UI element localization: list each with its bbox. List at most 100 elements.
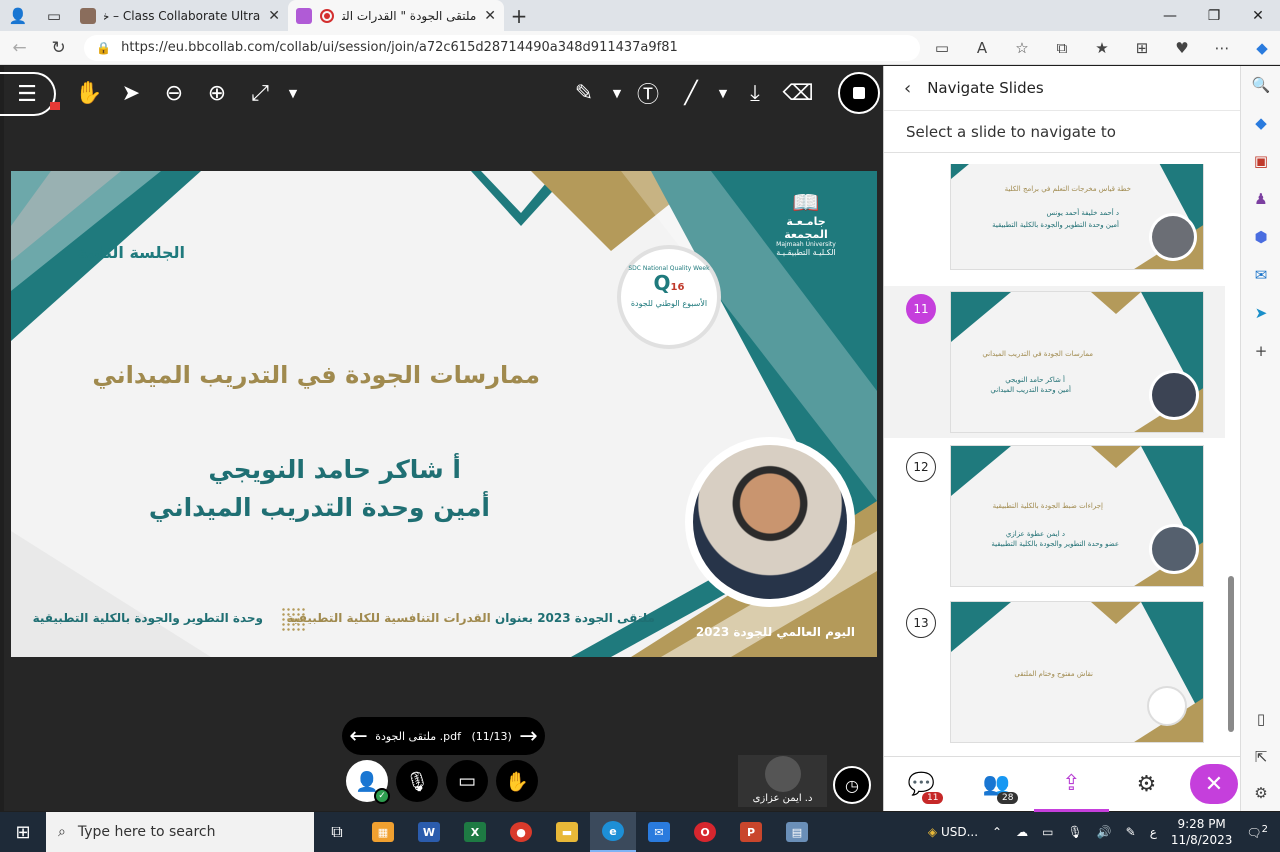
pen-icon[interactable]: ✎ xyxy=(567,76,601,110)
download-icon[interactable]: ⤓ xyxy=(738,76,772,110)
volume-icon[interactable]: 🔊 xyxy=(1097,825,1112,839)
currency-widget[interactable]: ◈ USD... xyxy=(928,825,978,839)
notification-icon[interactable]: 🗨2 xyxy=(1246,824,1268,840)
shopping-icon[interactable]: ◆ xyxy=(1241,114,1280,132)
attendees-button[interactable]: 👥 28 xyxy=(959,757,1034,812)
back-button[interactable]: ← xyxy=(0,38,39,58)
close-window-button[interactable]: ✕ xyxy=(1236,8,1280,24)
close-panel-button[interactable]: ✕ xyxy=(1190,764,1238,804)
badge-number: Q16 xyxy=(653,271,685,295)
opera-icon[interactable]: O xyxy=(682,812,728,852)
office-icon[interactable]: ⬢ xyxy=(1241,228,1280,246)
profile-icon[interactable]: 👤 xyxy=(0,0,36,31)
zoom-in-icon[interactable]: ⊕ xyxy=(200,76,234,110)
device-icon[interactable]: ▭ xyxy=(1042,825,1053,839)
close-tab-icon[interactable]: ✕ xyxy=(484,8,496,24)
language-indicator[interactable]: ع xyxy=(1150,825,1157,839)
settings-button[interactable]: ⚙ xyxy=(1109,757,1184,812)
tab-class-collaborate[interactable]: Class Collaborate Ultra – خدمة في ✕ xyxy=(72,0,288,31)
new-tab-button[interactable]: + xyxy=(504,4,534,28)
session-menu-button[interactable]: ☰ xyxy=(0,72,60,116)
chat-button[interactable]: 💬 11 xyxy=(884,757,959,812)
hand-icon[interactable]: ✋ xyxy=(72,76,106,110)
tools-icon[interactable]: ▣ xyxy=(1241,152,1280,170)
outlook-icon[interactable]: ✉ xyxy=(1241,266,1280,284)
favorite-star-icon[interactable]: ☆ xyxy=(1004,39,1040,57)
send-icon[interactable]: ➤ xyxy=(1241,304,1280,322)
share-content-button[interactable]: ⇪ xyxy=(1034,757,1109,812)
camera-off-button[interactable]: ▭ xyxy=(446,760,488,802)
url-field[interactable]: 🔒 https://eu.bbcollab.com/collab/ui/sess… xyxy=(84,34,920,61)
settings-gear-icon[interactable]: ⚙ xyxy=(1241,784,1280,802)
slide-row[interactable]: 12 إجراءات ضبط الجودة بالكلية التطبيقية … xyxy=(884,440,1225,592)
recording-icon xyxy=(320,8,334,23)
chrome-icon[interactable]: ● xyxy=(498,812,544,852)
tab-quality-forum[interactable]: ملتقى الجودة " القدرات التناف ✕ xyxy=(288,0,504,31)
slide-thumbnail[interactable]: ممارسات الجودة في التدريب الميداني أ شاك… xyxy=(950,291,1204,433)
my-status-button[interactable]: 👤 ✓ xyxy=(346,760,390,804)
split-screen-icon[interactable]: ⧉ xyxy=(1044,39,1080,57)
line-tool-icon[interactable]: ╱ xyxy=(674,76,708,110)
panel-subtitle: Select a slide to navigate to xyxy=(884,111,1240,153)
fit-screen-icon[interactable]: ⤢ xyxy=(243,76,277,110)
edge-icon[interactable]: e xyxy=(590,812,636,852)
chevron-down-icon[interactable]: ▼ xyxy=(276,76,310,110)
close-tab-icon[interactable]: ✕ xyxy=(268,8,280,24)
slide-thumbnail[interactable]: خطة قياس مخرجات التعلم في برامج الكلية د… xyxy=(950,164,1204,270)
restore-button[interactable]: ❐ xyxy=(1192,8,1236,24)
search-icon[interactable]: 🔍 xyxy=(1241,76,1280,94)
raise-hand-button[interactable]: ✋ xyxy=(496,760,538,802)
excel-icon[interactable]: X xyxy=(452,812,498,852)
clock[interactable]: 9:28 PM 11/8/2023 xyxy=(1171,816,1233,848)
slide-row[interactable]: خطة قياس مخرجات التعلم في برامج الكلية د… xyxy=(884,164,1225,280)
app-icon[interactable]: ▤ xyxy=(774,812,820,852)
sidebar-toggle-icon[interactable]: ▯ xyxy=(1241,710,1280,728)
pointer-icon[interactable]: ➤ xyxy=(114,76,148,110)
task-view-icon[interactable]: ⧉ xyxy=(314,812,360,852)
participant-video-tile[interactable]: د. ايمن عزازى xyxy=(738,755,827,807)
more-menu-icon[interactable]: ⋯ xyxy=(1204,39,1240,57)
clear-annotations-icon[interactable]: ⌫ xyxy=(781,76,815,110)
antivirus-icon[interactable]: ☁ xyxy=(1016,825,1028,839)
thumb-badge xyxy=(1147,686,1187,726)
slide-row[interactable]: 13 نقاش مفتوح وختام الملتقى xyxy=(884,596,1225,748)
camera-permission-icon[interactable]: ▭ xyxy=(924,39,960,57)
slide-thumbnail[interactable]: إجراءات ضبط الجودة بالكلية التطبيقية د ا… xyxy=(950,445,1204,587)
zoom-out-icon[interactable]: ⊖ xyxy=(157,76,191,110)
favorites-icon[interactable]: ★ xyxy=(1084,39,1120,57)
mail-icon[interactable]: ✉ xyxy=(636,812,682,852)
external-link-icon[interactable]: ⇱ xyxy=(1241,748,1280,766)
add-icon[interactable]: + xyxy=(1241,342,1280,360)
tab-actions-icon[interactable]: ▭ xyxy=(36,0,72,31)
microphone-icon[interactable]: 🎙 xyxy=(1067,825,1082,839)
microphone-muted-button[interactable]: 🎙 xyxy=(396,760,438,802)
timer-icon[interactable]: ◷ xyxy=(833,766,871,804)
windows-start-icon[interactable]: ⊞ xyxy=(0,822,46,843)
store-icon[interactable]: ▦ xyxy=(360,812,406,852)
next-slide-button[interactable]: → xyxy=(512,724,545,749)
slide-thumbnail[interactable]: نقاش مفتوح وختام الملتقى xyxy=(950,601,1204,743)
word-icon[interactable]: W xyxy=(406,812,452,852)
slide-row-selected[interactable]: 11 ممارسات الجودة في التدريب الميداني أ … xyxy=(884,286,1225,438)
games-icon[interactable]: ♟ xyxy=(1241,190,1280,208)
collections-icon[interactable]: ⊞ xyxy=(1124,39,1160,57)
read-aloud-icon[interactable]: A xyxy=(964,39,1000,57)
powerpoint-icon[interactable]: P xyxy=(728,812,774,852)
stop-sharing-button[interactable] xyxy=(838,72,880,114)
refresh-button[interactable]: ↻ xyxy=(39,38,78,58)
back-chevron-icon[interactable]: ‹ xyxy=(904,78,911,99)
copilot-icon[interactable]: ◆ xyxy=(1244,39,1280,57)
scrollbar-thumb[interactable] xyxy=(1228,576,1234,732)
previous-slide-button[interactable]: ← xyxy=(342,724,375,749)
browser-essentials-icon[interactable]: ♥ xyxy=(1164,39,1200,57)
chevron-down-icon[interactable]: ▼ xyxy=(600,76,634,110)
pen-icon[interactable]: ✎ xyxy=(1126,825,1136,839)
minimize-button[interactable]: — xyxy=(1148,8,1192,24)
file-explorer-icon[interactable]: ▬ xyxy=(544,812,590,852)
chevron-down-icon[interactable]: ▼ xyxy=(706,76,740,110)
taskbar-search[interactable]: ⌕ Type here to search xyxy=(46,812,314,852)
participant-avatar xyxy=(764,756,801,792)
text-tool-icon[interactable]: Ⓣ xyxy=(631,76,665,110)
panel-scrollbar[interactable] xyxy=(1224,168,1238,748)
chevron-up-icon[interactable]: ⌃ xyxy=(992,825,1002,839)
